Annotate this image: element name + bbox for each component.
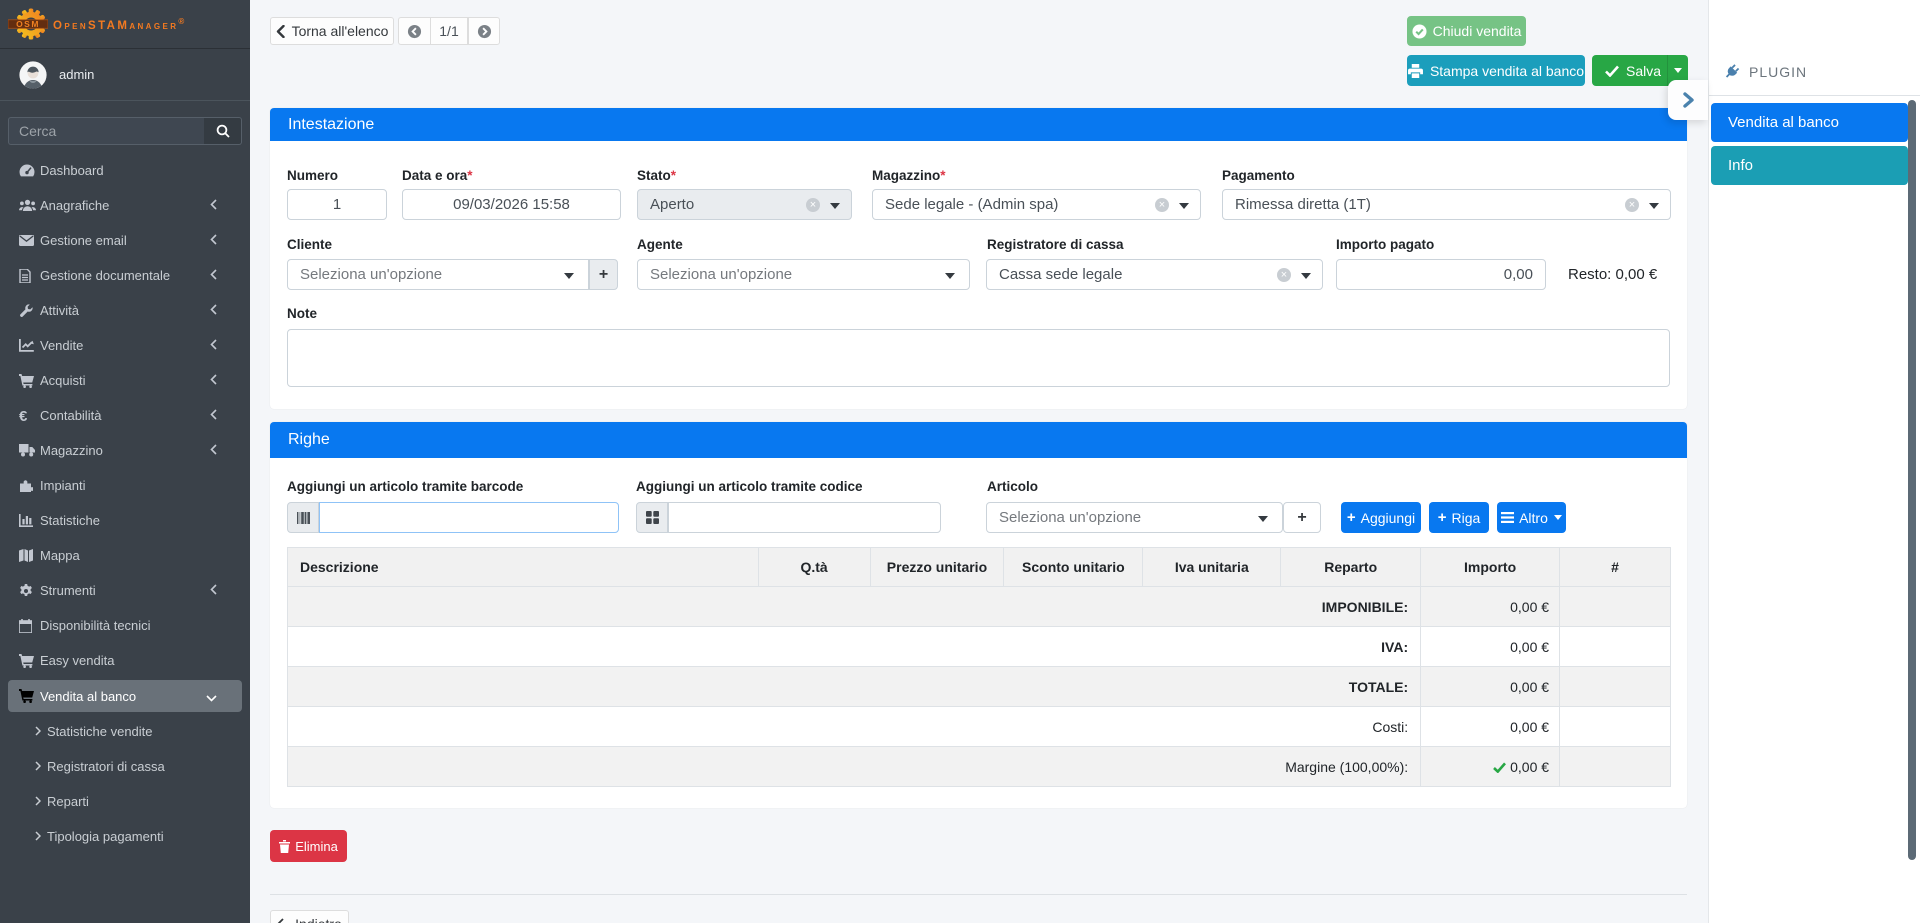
svg-text:OSM: OSM — [16, 19, 40, 29]
svg-text:€: € — [19, 408, 28, 423]
